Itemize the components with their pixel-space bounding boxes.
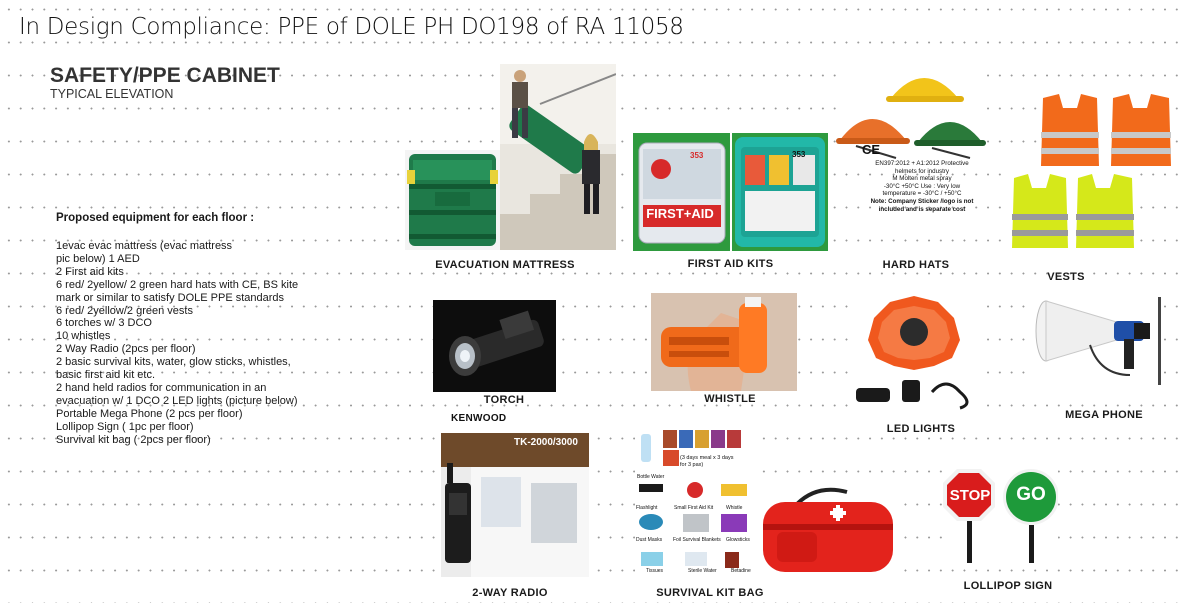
survival-label-sterile-water: Sterile Water bbox=[688, 568, 717, 574]
equipment-item: Lollipop Sign ( 1pc per floor) bbox=[56, 420, 194, 433]
radio-model: TK-2000/3000 bbox=[514, 437, 578, 448]
led-lights-caption: LED LIGHTS bbox=[886, 423, 956, 435]
hard-hats-photo bbox=[836, 62, 986, 162]
vests-yellow-photo bbox=[1010, 170, 1138, 252]
torch-photo bbox=[433, 300, 556, 392]
first-aid-caption: FIRST AID KITS bbox=[687, 258, 774, 270]
survival-label-blankets: Foil Survival Blankets bbox=[673, 537, 721, 543]
equipment-item: pic below) 1 AED bbox=[56, 252, 140, 265]
megaphone-photo bbox=[1030, 295, 1164, 387]
slide-title: In Design Compliance: PPE of DOLE PH DO1… bbox=[19, 14, 684, 40]
vests-orange-photo bbox=[1037, 90, 1174, 170]
survival-label-first-aid: Small First Aid Kit bbox=[674, 505, 714, 511]
equipment-item: 1evac evac mattress (evac mattress bbox=[56, 240, 233, 252]
equipment-item: evacuation w/ 1 DCO 2 LED lights (pictur… bbox=[56, 394, 298, 407]
whistle-photo bbox=[651, 293, 797, 391]
survival-label-masks: Dust Masks bbox=[636, 537, 663, 543]
ce-mark: CE bbox=[862, 142, 881, 157]
radio-photo bbox=[441, 433, 589, 577]
cabinet-subtitle: TYPICAL ELEVATION bbox=[50, 87, 174, 101]
survival-items-photo bbox=[635, 428, 760, 576]
led-lights-photo bbox=[850, 292, 978, 412]
equipment-item: 2 Way Radio (2pcs per floor) bbox=[56, 343, 196, 356]
equipment-item: 2 hand held radios for communication in … bbox=[56, 381, 267, 394]
hard-hats-spec-line: helmets for industry bbox=[895, 167, 949, 175]
vests-caption: VESTS bbox=[1047, 271, 1085, 283]
first-aid-count-right: 353 bbox=[792, 150, 806, 159]
hard-hats-caption: HARD HATS bbox=[882, 259, 950, 271]
torch-caption: TORCH bbox=[483, 394, 525, 406]
evac-stairs-photo bbox=[500, 64, 616, 250]
hard-hats-spec-line: included and is separate cost bbox=[878, 205, 966, 213]
survival-label-water: Bottle Water bbox=[637, 474, 665, 480]
equipment-item: 10 whistles bbox=[56, 330, 111, 343]
whistle-caption: WHISTLE bbox=[704, 393, 756, 405]
survival-label-glowsticks: Glowsticks bbox=[726, 537, 750, 543]
equipment-item: Survival kit bag ( 2pcs per floor) bbox=[56, 433, 211, 446]
hard-hats-spec-line: EN397:2012 + A1:2012 Protective bbox=[875, 160, 969, 167]
equipment-item: 6 torches w/ 3 DCO bbox=[56, 317, 152, 330]
go-sign-text: GO bbox=[1016, 484, 1046, 505]
equipment-item: 2 basic survival kits, water, glow stick… bbox=[56, 356, 291, 369]
equipment-item: basic first aid kit etc. bbox=[56, 369, 156, 382]
equipment-item: Portable Mega Phone (2 pcs per floor) bbox=[56, 407, 243, 420]
first-aid-count-left: 353 bbox=[690, 151, 704, 160]
lollipop-caption: LOLLIPOP SIGN bbox=[963, 580, 1053, 592]
survival-note: (3 days meal x 3 days for 3 pax) bbox=[680, 455, 734, 468]
survival-label-tissues: Tissues bbox=[646, 568, 664, 574]
hard-hats-spec-line: -30°C +50°C Use : Very low bbox=[883, 182, 961, 190]
radio-brand: KENWOOD bbox=[451, 413, 507, 424]
hard-hats-spec-line: Note: Company Sticker /logo is not bbox=[870, 197, 974, 205]
equipment-item: 6 red/ 2yellow/2 green vests bbox=[56, 304, 193, 317]
evac-mattress-photo bbox=[405, 150, 500, 250]
survival-label-flashlight: Flashlight bbox=[636, 505, 658, 511]
first-aid-banner: FIRST+AID bbox=[646, 206, 714, 221]
survival-bag-photo bbox=[757, 484, 899, 579]
equipment-item: 6 red/ 2yellow/ 2 green hard hats with C… bbox=[56, 278, 299, 291]
equipment-item: mark or similar to satisfy DOLE PPE stan… bbox=[56, 291, 285, 304]
lollipop-sign-photo bbox=[943, 465, 1058, 565]
equipment-item: 2 First aid kits bbox=[56, 265, 124, 278]
cabinet-title: SAFETY/PPE CABINET bbox=[50, 64, 280, 87]
hard-hats-spec: EN397:2012 + A1:2012 Protective helmets … bbox=[848, 160, 996, 213]
megaphone-caption: MEGA PHONE bbox=[1065, 409, 1143, 421]
equipment-heading: Proposed equipment for each floor : bbox=[56, 212, 255, 224]
survival-label-betadine: Betadine bbox=[731, 568, 751, 574]
radio-caption: 2-WAY RADIO bbox=[472, 587, 548, 599]
stop-sign-text: STOP bbox=[949, 487, 991, 504]
hard-hats-spec-line: M Molten metal spray bbox=[892, 175, 952, 183]
evac-mattress-caption: EVACUATION MATTRESS bbox=[435, 259, 575, 271]
survival-caption: SURVIVAL KIT BAG bbox=[656, 587, 764, 599]
equipment-list: 1evac evac mattress (evac mattress pic b… bbox=[56, 240, 346, 447]
hard-hats-spec-line: temperature = -30°C / +50°C bbox=[882, 190, 962, 198]
survival-label-whistle: Whistle bbox=[726, 505, 743, 511]
